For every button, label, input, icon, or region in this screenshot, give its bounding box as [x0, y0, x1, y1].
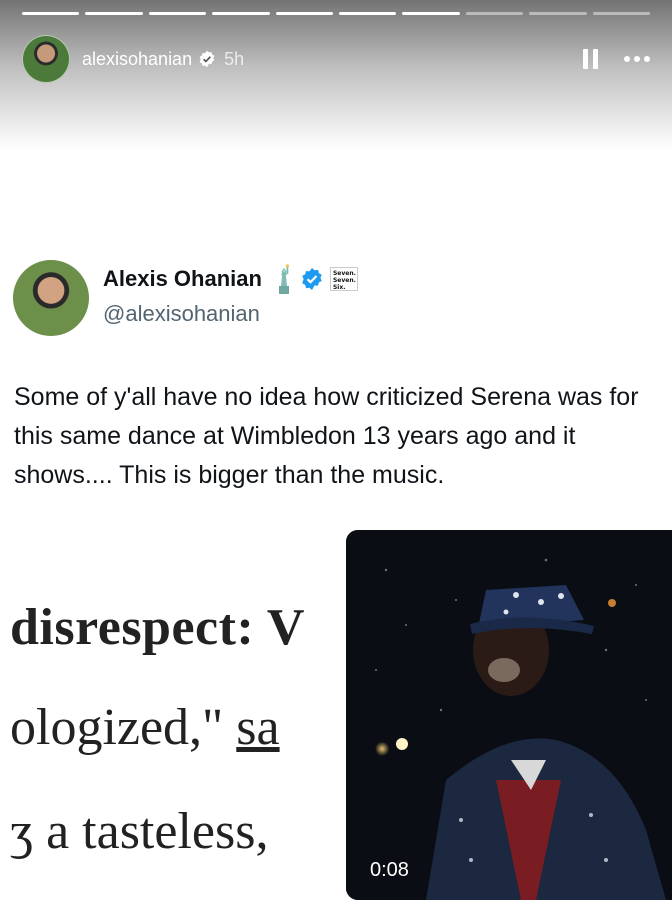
pause-icon[interactable] [583, 49, 598, 69]
story-progress-segment [592, 12, 651, 15]
verified-badge-icon [302, 268, 322, 290]
more-icon[interactable] [624, 56, 650, 62]
article-line-2: ologized," sa [10, 698, 280, 757]
tweet-display-name[interactable]: Alexis Ohanian [103, 266, 262, 292]
story-progress-segment [465, 12, 524, 15]
article-line-1: disrespect: V [10, 599, 305, 656]
story-progress-segment [529, 12, 587, 15]
story-progress-segment [339, 12, 397, 15]
tweet-name-row: Alexis Ohanian Seven. Seven. Six. [103, 264, 358, 294]
article-line-2-text: ologized," [10, 699, 237, 756]
story-time: 5h [224, 48, 245, 69]
story-username[interactable]: alexisohanian [82, 49, 192, 70]
video-timestamp: 0:08 [370, 859, 409, 881]
verified-icon [199, 50, 215, 68]
story-progress-segment [212, 12, 270, 15]
article-screenshot: disrespect: V ologized," sa ʒ a tasteles… [0, 590, 350, 912]
story-header: alexisohanian 5h [22, 34, 650, 84]
story-progress-segment [402, 12, 460, 15]
tweet-text: Some of y'all have no idea how criticize… [14, 383, 639, 489]
video-player[interactable]: 0:08 [346, 530, 672, 900]
story-progress-segment [275, 12, 334, 15]
story-avatar[interactable] [22, 35, 70, 83]
statue-of-liberty-icon [278, 264, 289, 294]
affiliation-badge[interactable]: Seven. Seven. Six. [329, 267, 358, 291]
tweet-avatar[interactable] [13, 260, 89, 336]
story-progress-segment [22, 12, 80, 15]
story-progress-segment [85, 12, 143, 15]
video-frame [346, 530, 672, 900]
story-progress-segment [148, 12, 207, 15]
tweet-handle[interactable]: @alexisohanian [103, 301, 260, 327]
article-line-2-underlined: sa [236, 699, 280, 756]
article-line-3: ʒ a tasteless, [10, 803, 269, 860]
story-progress-bar [22, 12, 651, 15]
